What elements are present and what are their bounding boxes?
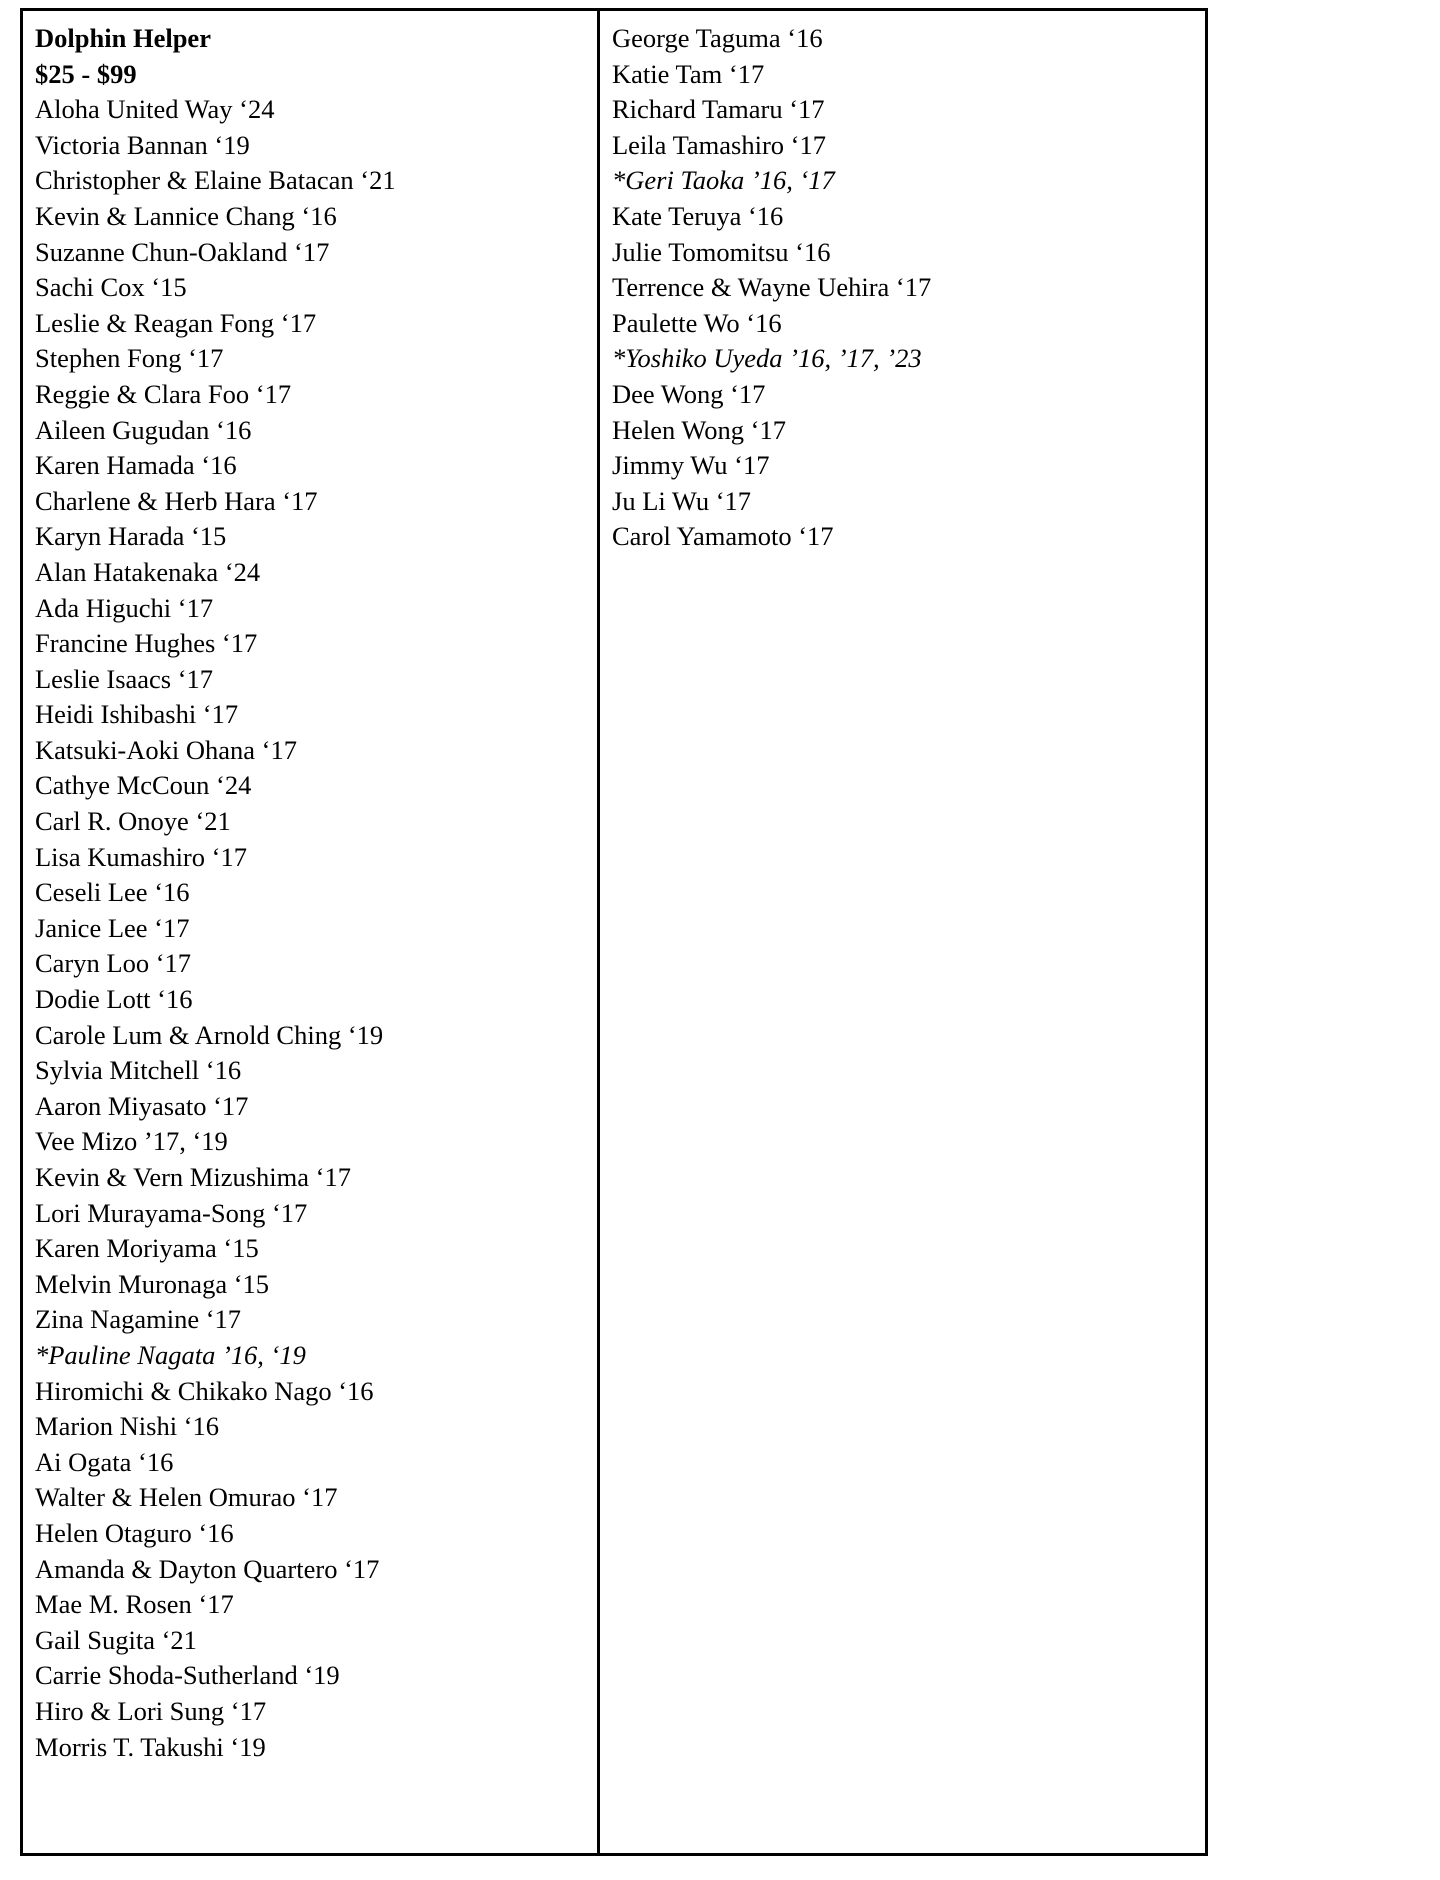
donor-entry: Katie Tam ‘17	[612, 58, 765, 89]
donor-entry: Kevin & Vern Mizushima ‘17	[35, 1162, 351, 1192]
donor-entry: Sylvia Mitchell ‘16	[35, 1055, 242, 1086]
donor-entry: Dee Wong ‘17	[612, 378, 766, 409]
donor-entry: Helen Otaguro ‘16	[35, 1517, 234, 1548]
donor-entry: Julie Tomomitsu ‘16	[612, 236, 831, 267]
donor-entry: Walter & Helen Omurao ‘17	[35, 1482, 338, 1513]
donor-entry: Paulette Wo ‘16	[612, 307, 782, 338]
donor-entry: Katsuki-Aoki Ohana ‘17	[35, 734, 297, 765]
donor-entry: Kate Teruya ‘16	[612, 200, 784, 231]
donor-entry: Christopher & Elaine Batacan ‘21	[35, 165, 396, 196]
donor-entry: Aaron Miyasato ‘17	[35, 1090, 249, 1121]
donor-entry: Hiro & Lori Sung ‘17	[35, 1695, 267, 1726]
donor-entry: Carrie Shoda-Sutherland ‘19	[35, 1660, 340, 1691]
donor-entry: Aloha United Way ‘24	[35, 94, 275, 125]
donor-entry: Karen Moriyama ‘15	[35, 1233, 259, 1264]
donor-category-heading-line: Dolphin Helper	[35, 23, 211, 53]
donor-entry: Leslie & Reagan Fong ‘17	[35, 307, 317, 338]
donor-entry: Leslie Isaacs ‘17	[35, 663, 214, 694]
donor-column-left: Dolphin Helper $25 - $99 Aloha United Way…	[23, 11, 600, 1853]
donor-entry: Gail Sugita ‘21	[35, 1624, 197, 1655]
donor-entry: Francine Hughes ‘17	[35, 628, 258, 659]
donor-entry: Richard Tamaru ‘17	[612, 94, 825, 125]
donor-entry: Heidi Ishibashi ‘17	[35, 699, 239, 730]
donor-entry: Mae M. Rosen ‘17	[35, 1589, 234, 1620]
donor-category-heading-line: $25 - $99	[35, 58, 137, 89]
donor-entry: Ada Higuchi ‘17	[35, 592, 214, 623]
donor-entry: Karyn Harada ‘15	[35, 521, 227, 552]
donor-entry: Caryn Loo ‘17	[35, 948, 192, 979]
donor-entry: Ceseli Lee ‘16	[35, 877, 190, 908]
donor-entry: Amanda & Dayton Quartero ‘17	[35, 1553, 380, 1584]
donor-entry: Reggie & Clara Foo ‘17	[35, 378, 292, 409]
donor-entry: Hiromichi & Chikako Nago ‘16	[35, 1375, 374, 1406]
donor-entry: Carol Yamamoto ‘17	[612, 521, 834, 552]
donor-entry: Cathye McCoun ‘24	[35, 770, 252, 801]
donor-entry: Lori Murayama-Song ‘17	[35, 1197, 308, 1228]
donor-entry: Lisa Kumashiro ‘17	[35, 841, 247, 872]
donor-entry: Ai Ogata ‘16	[35, 1446, 174, 1477]
donor-entry: *Yoshiko Uyeda ’16, ’17, ’23	[612, 343, 922, 374]
donor-entry: Carl R. Onoye ‘21	[35, 806, 231, 837]
donor-entry: Aileen Gugudan ‘16	[35, 414, 252, 445]
donor-entry: Victoria Bannan ‘19	[35, 129, 250, 160]
donor-entry: Charlene & Herb Hara ‘17	[35, 485, 318, 516]
donor-entry: Sachi Cox ‘15	[35, 272, 187, 303]
donor-entry: Jimmy Wu ‘17	[612, 450, 770, 481]
donor-entry: *Pauline Nagata ’16, ‘19	[35, 1339, 306, 1370]
donor-listing-table: Dolphin Helper $25 - $99 Aloha United Way…	[20, 8, 1208, 1856]
donor-entry: Stephen Fong ‘17	[35, 343, 224, 374]
donor-entry: Dodie Lott ‘16	[35, 984, 193, 1015]
donor-list-right: George Taguma ‘16 Katie Tam ‘17 Richard Ta…	[612, 21, 1197, 555]
donor-entry: Terrence & Wayne Uehira ‘17	[612, 272, 932, 303]
donor-entry: Helen Wong ‘17	[612, 414, 787, 445]
donor-entry: Karen Hamada ‘16	[35, 450, 237, 481]
donor-entry: Zina Nagamine ‘17	[35, 1304, 242, 1335]
donor-entry: Ju Li Wu ‘17	[612, 485, 752, 516]
donor-entry: Suzanne Chun-Oakland ‘17	[35, 236, 330, 267]
donor-category-heading: Dolphin Helper $25 - $99	[35, 21, 589, 92]
donor-entry: Melvin Muronaga ‘15	[35, 1268, 270, 1299]
donor-entry: Leila Tamashiro ‘17	[612, 129, 827, 160]
donor-column-right: George Taguma ‘16 Katie Tam ‘17 Richard Ta…	[600, 11, 1205, 1853]
donor-entry: Janice Lee ‘17	[35, 912, 190, 943]
donor-entry: *Geri Taoka ’16, ‘17	[612, 165, 835, 196]
donor-entry: Vee Mizo ’17, ‘19	[35, 1126, 228, 1157]
donor-entry: George Taguma ‘16	[612, 23, 823, 53]
donor-list-left: Aloha United Way ‘24 Victoria Bannan ‘19 C…	[35, 92, 589, 1765]
donor-entry: Marion Nishi ‘16	[35, 1411, 220, 1442]
donor-entry: Alan Hatakenaka ‘24	[35, 556, 261, 587]
donor-entry: Morris T. Takushi ‘19	[35, 1731, 266, 1762]
donor-entry: Carole Lum & Arnold Ching ‘19	[35, 1019, 384, 1050]
donor-entry: Kevin & Lannice Chang ‘16	[35, 200, 337, 231]
